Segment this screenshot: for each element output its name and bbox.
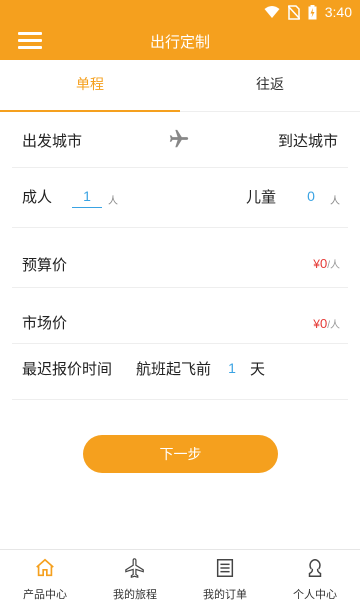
nav-label-personal-center: 个人中心 [293, 588, 337, 600]
battery-charging-icon [308, 4, 317, 20]
market-per: /人 [327, 320, 340, 331]
nav-label-product-center: 产品中心 [23, 588, 67, 600]
budget-label: 预算价 [22, 256, 68, 274]
next-step-button[interactable]: 下一步 [83, 435, 278, 473]
budget-currency: ¥ [313, 257, 320, 271]
adult-label: 成人 [22, 188, 53, 206]
adult-unit: 人 [108, 196, 118, 207]
budget-price: ¥0/人 [313, 256, 340, 271]
market-currency: ¥ [313, 317, 320, 331]
trip-type-tabs: 单程 往返 [0, 60, 360, 112]
passengers-row: 成人 人 儿童 人 [12, 168, 348, 228]
days-input[interactable] [222, 356, 242, 380]
route-row: 出发城市 到达城市 [12, 112, 348, 168]
nav-my-trips[interactable]: 我的旅程 [90, 550, 180, 600]
days-unit: 天 [250, 360, 266, 378]
market-price: ¥0/人 [313, 316, 340, 331]
quote-deadline-row: 最迟报价时间 航班起飞前 天 [12, 344, 348, 400]
tab-round-trip[interactable]: 往返 [180, 60, 360, 111]
budget-per: /人 [327, 260, 340, 271]
status-time: 3:40 [324, 4, 352, 20]
nav-personal-center[interactable]: 个人中心 [270, 550, 360, 600]
app-bar: 出行定制 [0, 24, 360, 60]
page-title: 出行定制 [149, 33, 210, 51]
tab-one-way[interactable]: 单程 [0, 60, 180, 112]
no-sim-icon [287, 4, 300, 20]
quote-deadline-label: 最迟报价时间 [22, 360, 113, 378]
order-list-icon [214, 557, 236, 583]
plane-icon [168, 128, 190, 150]
wifi-icon [264, 5, 280, 19]
person-icon [304, 557, 326, 583]
arrival-city-field[interactable]: 到达城市 [278, 130, 338, 151]
budget-row[interactable]: 预算价 ¥0/人 [12, 228, 348, 288]
departure-city-field[interactable]: 出发城市 [22, 130, 82, 151]
adult-count-input[interactable] [72, 184, 102, 208]
child-count-input[interactable] [300, 184, 322, 208]
nav-product-center[interactable]: 产品中心 [0, 550, 90, 600]
status-bar: 3:40 [0, 0, 360, 24]
bottom-nav: 产品中心 我的旅程 我的订单 个人中心 [0, 549, 360, 600]
nav-my-orders[interactable]: 我的订单 [180, 550, 270, 600]
plane-icon [124, 557, 146, 583]
nav-label-my-orders: 我的订单 [203, 588, 247, 600]
market-label: 市场价 [22, 314, 68, 332]
home-icon [34, 557, 56, 583]
app-screen: 3:40 出行定制 单程 往返 出发城市 到达城市 成人 人 儿童 人 预算价 … [0, 0, 360, 600]
child-label: 儿童 [246, 188, 277, 206]
before-departure-label: 航班起飞前 [136, 360, 212, 378]
market-row[interactable]: 市场价 ¥0/人 [12, 288, 348, 344]
nav-label-my-trips: 我的旅程 [113, 588, 157, 600]
child-unit: 人 [330, 196, 340, 207]
